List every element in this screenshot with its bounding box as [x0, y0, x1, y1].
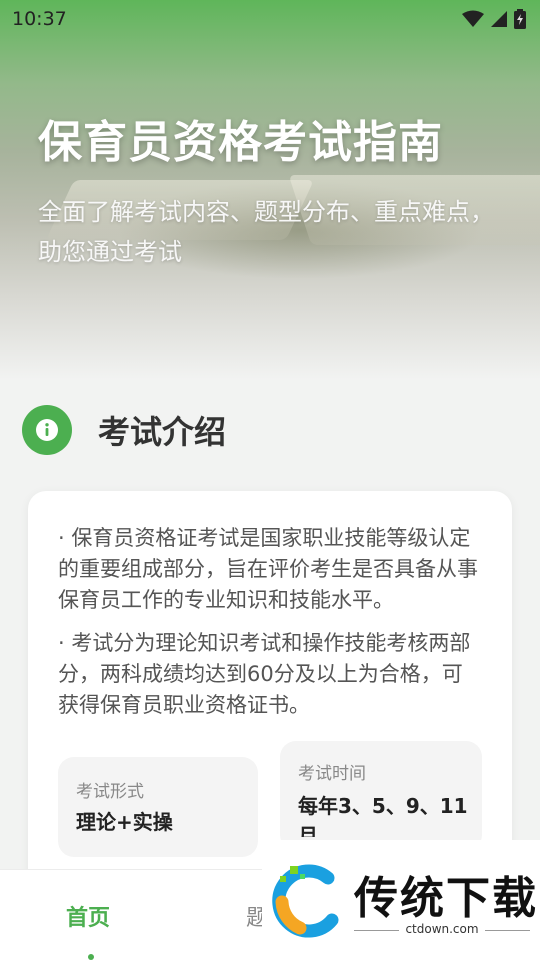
intro-paragraph: · 考试分为理论知识考试和操作技能考核两部分，两科成绩均达到60分及以上为合格，… — [58, 631, 471, 717]
section-title: 考试介绍 — [98, 413, 227, 451]
status-icons — [462, 9, 526, 29]
signal-icon — [491, 11, 507, 27]
exam-time-box: 考试时间 每年3、5、9、11月 — [280, 741, 482, 851]
active-tab-indicator — [88, 954, 94, 960]
watermark-logo-icon — [272, 864, 339, 938]
battery-icon — [514, 9, 526, 29]
page-subtitle: 全面了解考试内容、题型分布、重点难点，助您通过考试 — [38, 198, 494, 266]
page-title: 保育员资格考试指南 — [38, 117, 443, 168]
nav-tab-home[interactable]: 首页 — [66, 900, 110, 932]
watermark-overlay: 传统下载 ctdown.com — [262, 840, 540, 960]
watermark-brand: 传统下载 — [354, 873, 538, 924]
exam-format-box: 考试形式 理论+实操 — [58, 757, 258, 857]
watermark-url: ctdown.com — [354, 922, 530, 936]
info-box-value: 理论+实操 — [76, 810, 173, 834]
info-box-value: 每年3、5、9、11月 — [298, 794, 468, 837]
wifi-icon — [462, 10, 484, 27]
info-box-label: 考试时间 — [298, 764, 366, 784]
info-icon — [22, 405, 72, 455]
status-bar: 10:37 — [0, 0, 540, 38]
section-header-exam-intro: 考试介绍 — [22, 405, 226, 455]
status-time: 10:37 — [12, 8, 67, 30]
info-box-label: 考试形式 — [76, 782, 144, 802]
intro-paragraph: · 保育员资格证考试是国家职业技能等级认定的重要组成部分，旨在评价考生是否具备从… — [58, 526, 478, 612]
hero-banner — [0, 0, 540, 380]
